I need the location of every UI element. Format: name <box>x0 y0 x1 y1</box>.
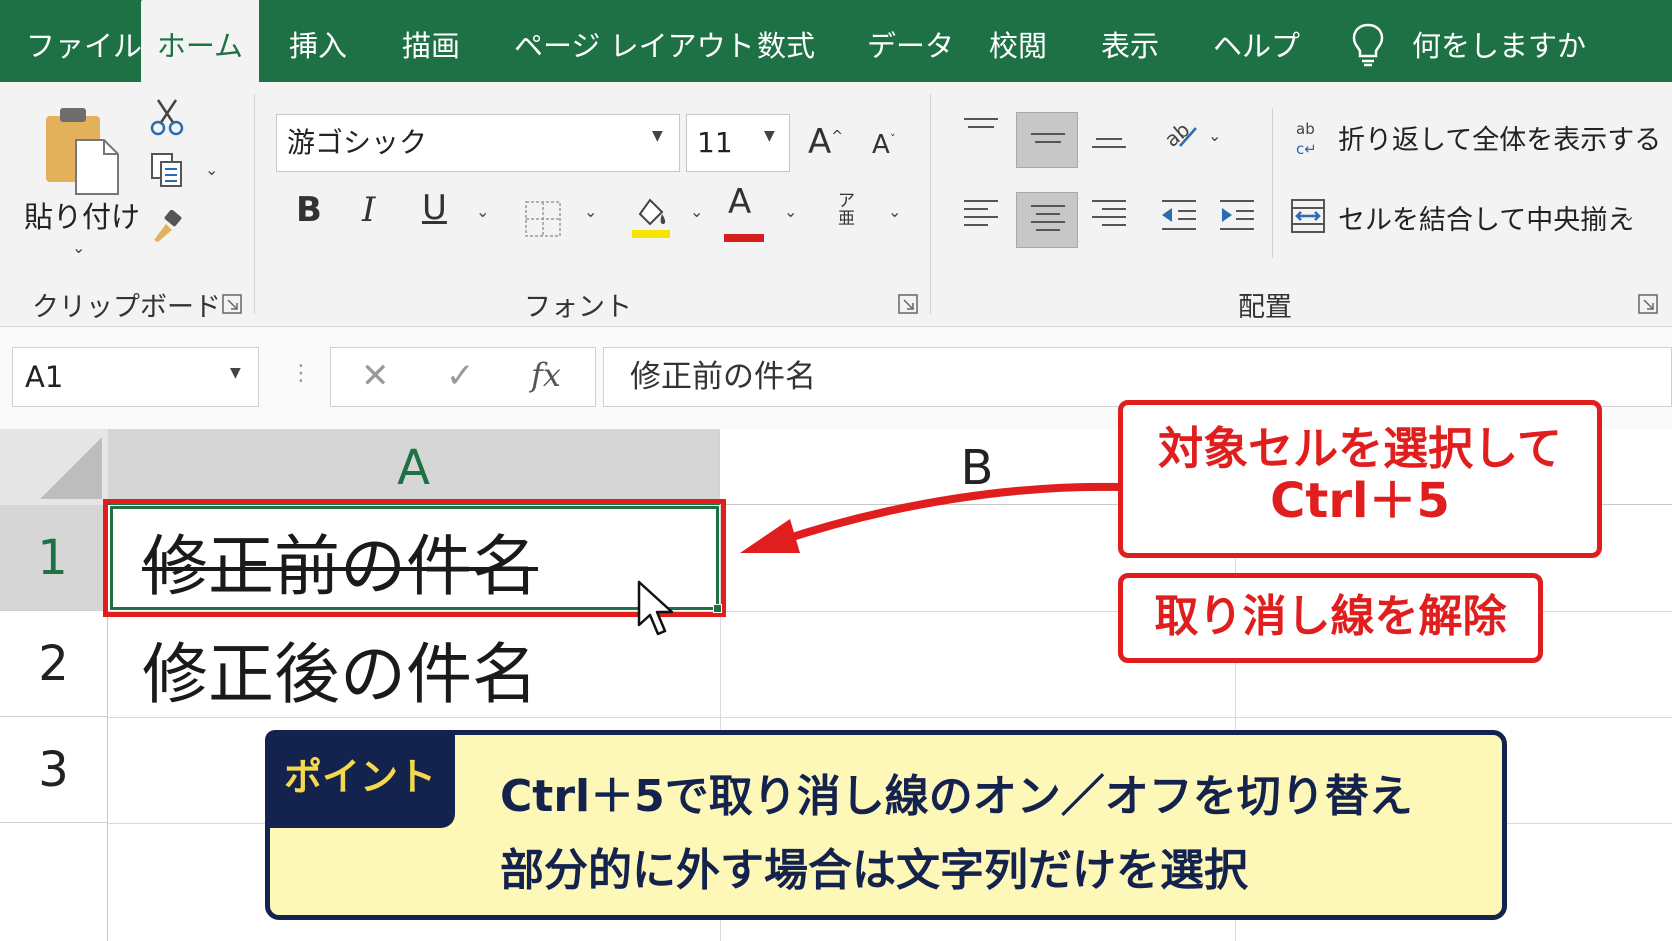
column-header-a[interactable]: A <box>108 429 720 505</box>
increase-indent-icon[interactable] <box>1218 198 1256 232</box>
fill-handle[interactable] <box>713 604 722 613</box>
font-color-button[interactable]: A <box>728 182 751 222</box>
font-group-label: フォント <box>524 292 632 323</box>
font-color-dropdown-icon[interactable]: ⌄ <box>784 202 797 221</box>
borders-icon[interactable] <box>524 200 562 238</box>
formula-buttons: ✕ ✓ fx <box>330 347 596 407</box>
underline-dropdown-icon[interactable]: ⌄ <box>476 202 489 221</box>
alignment-group-label: 配置 <box>1238 292 1292 323</box>
font-name-dropdown-icon[interactable]: ▼ <box>652 128 663 144</box>
mouse-pointer-icon <box>637 580 674 636</box>
row-header-1[interactable]: 1 <box>0 505 108 611</box>
shrink-font-button[interactable]: Aˇ <box>872 130 896 160</box>
cell-a2-text[interactable]: 修正後の件名 <box>142 621 538 717</box>
decrease-indent-icon[interactable] <box>1160 198 1198 232</box>
merge-center-button[interactable]: セルを結合して中央揃え <box>1338 198 1634 237</box>
paste-dropdown-icon[interactable]: ⌄ <box>72 238 85 257</box>
paste-icon[interactable] <box>42 102 122 198</box>
copy-icon[interactable] <box>150 152 184 188</box>
align-bottom-icon[interactable] <box>1092 134 1126 154</box>
paste-button[interactable]: 貼り付け <box>24 194 140 236</box>
orientation-dropdown-icon[interactable]: ⌄ <box>1208 126 1221 145</box>
wrap-text-button[interactable]: 折り返して全体を表示する <box>1338 118 1661 157</box>
alignment-launcher-icon[interactable] <box>1638 294 1658 314</box>
row-header-3[interactable]: 3 <box>0 717 108 823</box>
italic-button[interactable]: I <box>362 190 375 230</box>
font-name-select[interactable]: 游ゴシック <box>276 114 680 172</box>
row-header-4[interactable] <box>0 823 108 941</box>
shortcut-callout-line1: 対象セルを選択して <box>1158 422 1562 475</box>
phonetic-guide-button[interactable]: ア 亜 <box>838 192 855 228</box>
cut-icon[interactable] <box>150 98 184 136</box>
tab-review[interactable]: 校閲 <box>989 0 1047 82</box>
ribbon-home: 貼り付け ⌄ ⌄ クリップボード 游ゴシック ▼ 11 ▼ A^ Aˇ B I … <box>0 82 1672 327</box>
align-left-icon[interactable] <box>964 200 998 230</box>
merge-center-dropdown-icon[interactable]: ⌄ <box>1622 206 1635 225</box>
row-header-2[interactable]: 2 <box>0 611 108 717</box>
align-right-icon[interactable] <box>1092 200 1126 230</box>
clipboard-launcher-icon[interactable] <box>222 294 242 314</box>
cancel-entry-icon[interactable]: ✕ <box>361 356 390 396</box>
phonetic-dropdown-icon[interactable]: ⌄ <box>888 202 901 221</box>
font-color-swatch <box>724 234 764 242</box>
name-box[interactable]: A1 <box>12 347 259 407</box>
tell-me-search[interactable]: 何をしますか <box>1412 0 1586 82</box>
shortcut-callout: 対象セルを選択して Ctrl＋5 <box>1118 400 1602 558</box>
font-size-dropdown-icon[interactable]: ▼ <box>764 128 775 144</box>
insert-function-button[interactable]: fx <box>531 356 561 394</box>
result-callout: 取り消し線を解除 <box>1118 573 1543 663</box>
align-center-button[interactable] <box>1016 192 1078 248</box>
svg-text:c↵: c↵ <box>1296 140 1317 158</box>
tab-insert[interactable]: 挿入 <box>289 0 347 82</box>
shortcut-callout-line2: Ctrl＋5 <box>1270 473 1450 529</box>
name-box-dropdown-icon[interactable]: ▼ <box>230 365 241 381</box>
lightbulb-icon <box>1352 23 1384 67</box>
tab-view[interactable]: 表示 <box>1101 0 1159 82</box>
orientation-icon[interactable]: ab <box>1160 116 1200 152</box>
formula-input[interactable]: 修正前の件名 <box>603 347 1672 407</box>
copy-dropdown-icon[interactable]: ⌄ <box>205 160 218 179</box>
tab-page-layout[interactable]: ページ レイアウト <box>514 0 755 82</box>
point-tag: ポイント <box>265 730 455 828</box>
tab-draw[interactable]: 描画 <box>402 0 460 82</box>
svg-text:ab: ab <box>1296 120 1315 138</box>
point-line-1: Ctrl＋5で取り消し線のオン／オフを切り替え <box>500 771 1413 822</box>
select-all-corner[interactable] <box>0 429 108 505</box>
tab-help[interactable]: ヘルプ <box>1213 0 1300 82</box>
tab-formulas[interactable]: 数式 <box>757 0 815 82</box>
formula-bar-grip-icon[interactable]: ⋮ <box>290 361 312 386</box>
cell-a1-text: 修正前の件名 <box>142 528 538 605</box>
callout-arrow <box>740 482 1121 553</box>
fill-color-icon[interactable] <box>630 192 672 240</box>
borders-dropdown-icon[interactable]: ⌄ <box>584 202 597 221</box>
grow-font-button[interactable]: A^ <box>808 122 843 162</box>
font-launcher-icon[interactable] <box>898 294 918 314</box>
clipboard-group-label: クリップボード <box>32 292 221 323</box>
format-painter-icon[interactable] <box>150 210 184 244</box>
bold-button[interactable]: B <box>296 190 322 230</box>
align-middle-button[interactable] <box>1016 112 1078 168</box>
fill-color-dropdown-icon[interactable]: ⌄ <box>690 202 703 221</box>
merge-center-icon[interactable] <box>1290 198 1326 234</box>
point-line-2: 部分的に外す場合は文字列だけを選択 <box>500 845 1248 896</box>
ribbon-tab-bar: ファイル ホーム 挿入 描画 ページ レイアウト 数式 データ 校閲 表示 ヘル… <box>0 0 1672 82</box>
underline-button[interactable]: U <box>422 188 447 228</box>
align-top-icon[interactable] <box>964 118 998 138</box>
wrap-text-icon[interactable]: ab c↵ <box>1294 118 1328 158</box>
tab-file[interactable]: ファイル <box>26 0 142 82</box>
tab-data[interactable]: データ <box>867 0 954 82</box>
confirm-entry-icon[interactable]: ✓ <box>446 356 475 396</box>
tab-home[interactable]: ホーム <box>141 0 259 82</box>
